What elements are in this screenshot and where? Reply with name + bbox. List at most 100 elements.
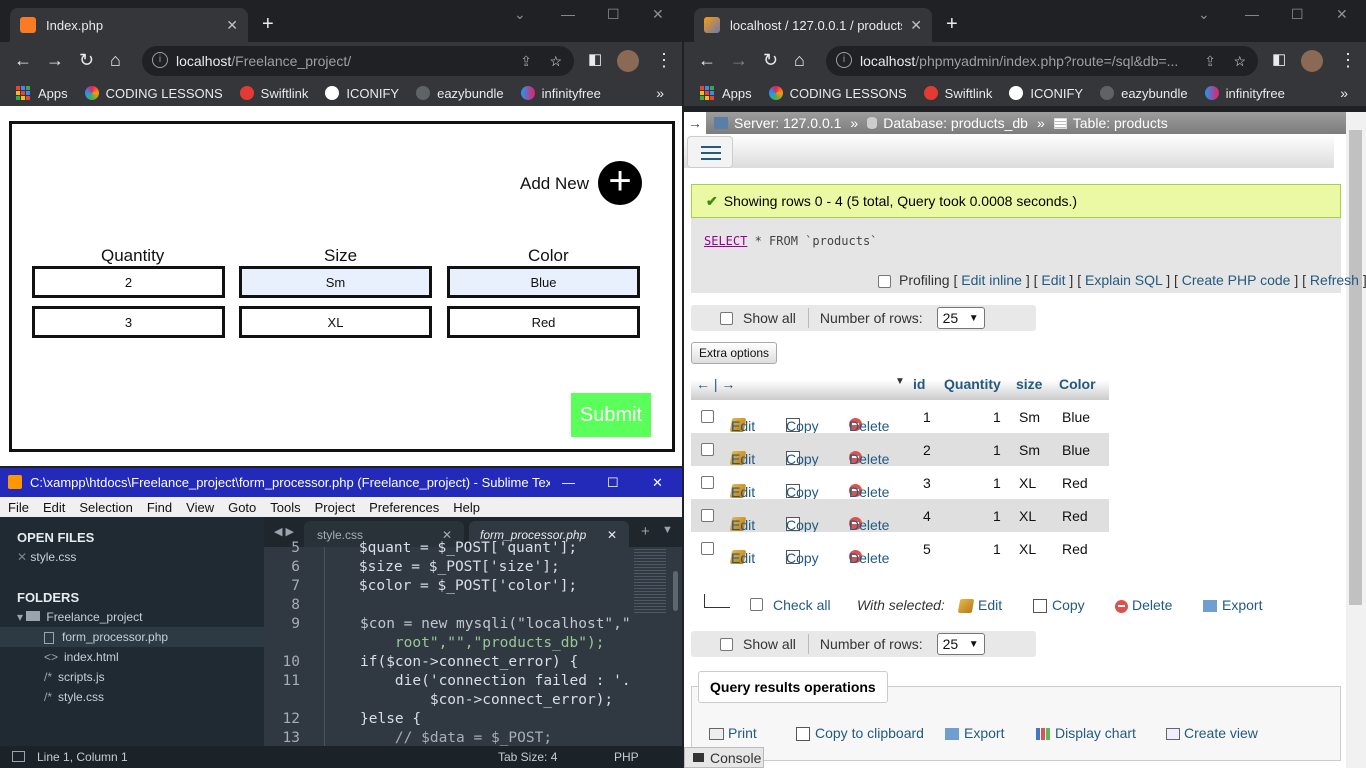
- tab-size[interactable]: Tab Size: 4: [498, 750, 557, 764]
- refresh-link[interactable]: Refresh: [1310, 272, 1359, 288]
- column-id[interactable]: id: [913, 376, 925, 392]
- scrollbar-thumb[interactable]: [1349, 130, 1362, 605]
- menu-help[interactable]: Help: [453, 500, 480, 515]
- tab-phpmyadmin[interactable]: localhost / 127.0.0.1 / products_d ✕: [694, 8, 932, 42]
- bookmark-infinityfree[interactable]: infinityfree: [520, 86, 601, 101]
- close-file-icon[interactable]: ✕: [17, 550, 30, 564]
- tab-list-icon[interactable]: ▼: [662, 524, 673, 536]
- maximize-icon[interactable]: ☐: [607, 475, 619, 491]
- bookmark-apps[interactable]: Apps: [16, 86, 68, 101]
- site-info-icon[interactable]: i: [836, 52, 852, 68]
- profile-avatar[interactable]: [1301, 50, 1323, 72]
- edit-inline-link[interactable]: Edit inline: [961, 272, 1022, 288]
- size-input-1[interactable]: Sm: [239, 266, 432, 298]
- address-bar[interactable]: i localhost/Freelance_project/ ⇪ ☆: [142, 46, 574, 76]
- bookmark-star-icon[interactable]: ☆: [549, 53, 562, 70]
- row-checkbox[interactable]: [701, 542, 714, 555]
- profiling-checkbox[interactable]: [878, 274, 891, 288]
- maximize-icon[interactable]: ☐: [607, 6, 620, 23]
- menu-file[interactable]: File: [8, 500, 29, 515]
- bulk-copy-button[interactable]: Copy: [1033, 597, 1085, 614]
- site-info-icon[interactable]: i: [152, 52, 168, 68]
- minimize-icon[interactable]: —: [561, 6, 575, 22]
- print-button[interactable]: Print: [709, 725, 757, 741]
- share-icon[interactable]: ⇪: [1204, 53, 1216, 70]
- maximize-icon[interactable]: ☐: [1291, 6, 1304, 23]
- close-window-icon[interactable]: ✕: [652, 6, 664, 23]
- new-tab-icon[interactable]: +: [946, 14, 958, 34]
- crumb-table[interactable]: Table: products: [1073, 115, 1168, 131]
- bookmark-infinityfree[interactable]: infinityfree: [1204, 86, 1285, 101]
- more-bookmarks-icon[interactable]: »: [1340, 85, 1348, 101]
- close-window-icon[interactable]: ✕: [1336, 6, 1348, 23]
- add-new-button[interactable]: +: [598, 161, 642, 205]
- close-window-icon[interactable]: ✕: [652, 475, 663, 491]
- code-area[interactable]: 5 $quant = $_POST['quant']; 6 $size = $_…: [264, 540, 682, 748]
- side-panel-icon[interactable]: ◧: [588, 50, 602, 70]
- bulk-export-button[interactable]: Export: [1203, 597, 1262, 613]
- create-view-button[interactable]: Create view: [1166, 725, 1258, 741]
- menu-find[interactable]: Find: [147, 500, 172, 515]
- display-chart-button[interactable]: Display chart: [1036, 725, 1136, 741]
- create-php-code-link[interactable]: Create PHP code: [1182, 272, 1291, 288]
- collapse-arrow-icon[interactable]: →: [684, 112, 706, 134]
- minimize-icon[interactable]: —: [1245, 6, 1259, 22]
- bookmark-coding-lessons[interactable]: CODING LESSONS: [768, 86, 907, 101]
- reload-icon[interactable]: ↻: [763, 50, 778, 70]
- tab-search-icon[interactable]: ⌄: [1198, 6, 1210, 23]
- crumb-database[interactable]: Database: products_db: [883, 115, 1028, 131]
- new-tab-icon[interactable]: +: [641, 523, 650, 540]
- quantity-input-1[interactable]: 2: [32, 266, 225, 298]
- file-style-css[interactable]: /* style.css: [44, 690, 104, 704]
- quantity-input-2[interactable]: 3: [32, 306, 225, 338]
- color-input-2[interactable]: Red: [447, 306, 640, 338]
- column-dropdown-icon[interactable]: ▼: [895, 376, 905, 387]
- row-checkbox[interactable]: [701, 476, 714, 489]
- forward-icon[interactable]: →: [730, 50, 748, 70]
- open-file-style-css[interactable]: ✕ style.css: [17, 550, 76, 564]
- address-bar[interactable]: i localhost/phpmyadmin/index.php?route=/…: [826, 46, 1258, 76]
- show-all-checkbox[interactable]: [720, 637, 733, 651]
- export-button[interactable]: Export: [945, 725, 1004, 741]
- forward-icon[interactable]: →: [46, 50, 64, 70]
- check-all-label[interactable]: Check all: [773, 597, 831, 613]
- menu-project[interactable]: Project: [315, 500, 355, 515]
- num-rows-select[interactable]: 25 ▼: [936, 633, 985, 655]
- file-form-processor[interactable]: form_processor.php: [0, 627, 264, 647]
- close-tab-icon[interactable]: ✕: [910, 17, 922, 34]
- menu-kebab-icon[interactable]: ⋮: [1339, 50, 1357, 70]
- side-panel-icon[interactable]: ◧: [1272, 50, 1286, 70]
- bookmark-iconify[interactable]: ICONIFY: [1009, 86, 1083, 101]
- hamburger-menu-icon[interactable]: [687, 136, 733, 168]
- share-icon[interactable]: ⇪: [520, 53, 532, 70]
- submit-button[interactable]: Submit: [571, 393, 651, 437]
- reload-icon[interactable]: ↻: [79, 50, 94, 70]
- copy-to-clipboard-button[interactable]: Copy to clipboard: [796, 725, 924, 742]
- panel-toggle-icon[interactable]: [12, 751, 25, 762]
- tab-index-php[interactable]: Index.php ✕: [10, 8, 248, 42]
- bulk-edit-button[interactable]: Edit: [957, 597, 1002, 614]
- bulk-delete-button[interactable]: Delete: [1115, 597, 1172, 613]
- num-rows-select[interactable]: 25 ▼: [936, 307, 985, 329]
- show-all-checkbox[interactable]: [720, 311, 733, 325]
- more-bookmarks-icon[interactable]: »: [656, 85, 664, 101]
- menu-goto[interactable]: Goto: [228, 500, 256, 515]
- home-icon[interactable]: ⌂: [794, 50, 805, 70]
- back-icon[interactable]: ←: [14, 50, 32, 70]
- file-index-html[interactable]: <> index.html: [44, 650, 119, 664]
- scrollbar[interactable]: [673, 571, 678, 611]
- bookmark-coding-lessons[interactable]: CODING LESSONS: [84, 86, 223, 101]
- bookmark-iconify[interactable]: ICONIFY: [325, 86, 399, 101]
- size-input-2[interactable]: XL: [239, 306, 432, 338]
- back-icon[interactable]: ←: [698, 50, 716, 70]
- column-quantity[interactable]: Quantity: [944, 376, 1001, 392]
- new-tab-icon[interactable]: +: [262, 14, 274, 34]
- bookmark-star-icon[interactable]: ☆: [1233, 53, 1246, 70]
- close-tab-icon[interactable]: ✕: [226, 17, 238, 34]
- row-checkbox[interactable]: [701, 443, 714, 456]
- file-scripts-js[interactable]: /* scripts.js: [44, 670, 105, 684]
- profile-avatar[interactable]: [617, 50, 639, 72]
- bookmark-apps[interactable]: Apps: [700, 86, 752, 101]
- bookmark-swiftlink[interactable]: Swiftlink: [923, 86, 992, 101]
- extra-options-button[interactable]: Extra options: [691, 342, 778, 364]
